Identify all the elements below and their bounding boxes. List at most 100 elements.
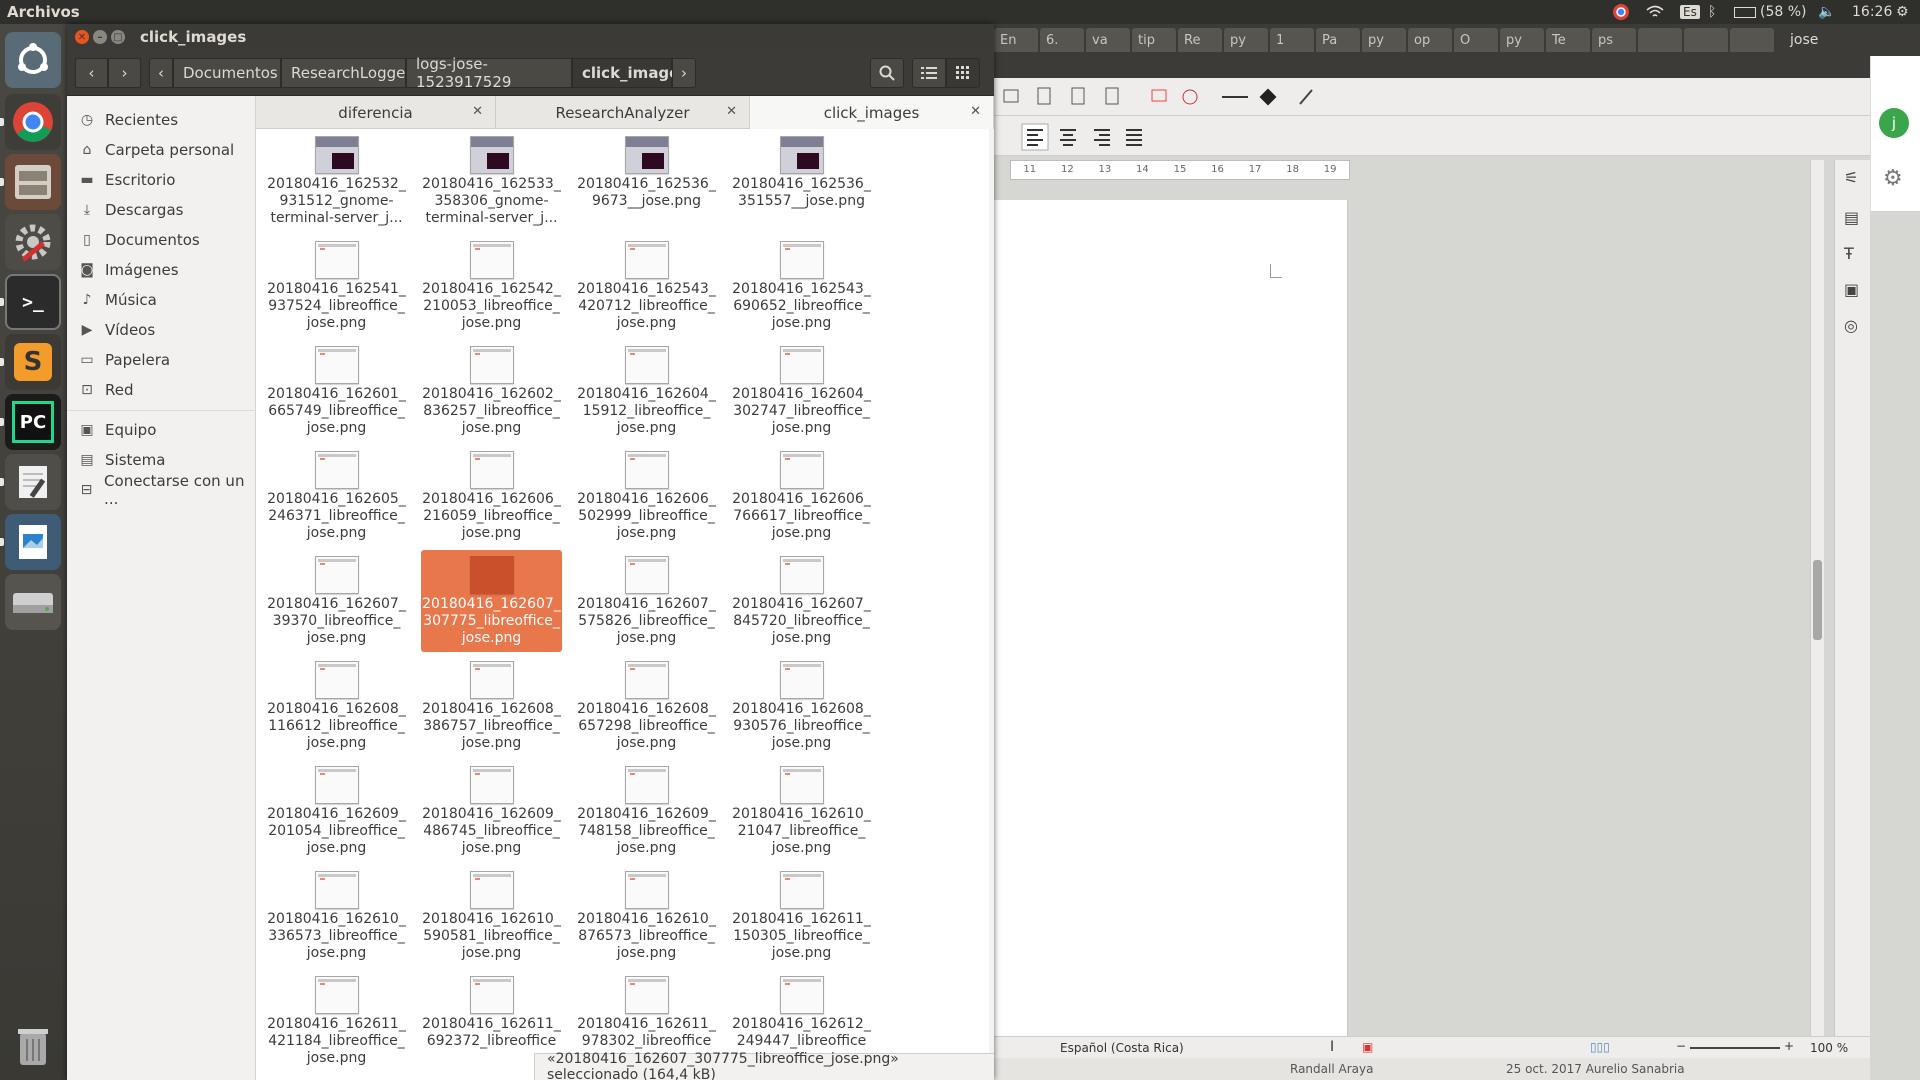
chrome-user-name[interactable]: jose [1790, 32, 1818, 48]
chrome-tab[interactable]: py [1224, 28, 1268, 52]
sidebar-item-conectarse[interactable]: ⊟ Conectarse con un ... [67, 472, 256, 508]
chrome-tab[interactable]: 6. [1040, 28, 1084, 52]
file-item[interactable]: 20180416_162602_ 836257_libreoffice_ jos… [421, 340, 562, 442]
file-item[interactable]: 20180416_162605_ 246371_libreoffice_ jos… [266, 445, 407, 547]
file-item[interactable]: 20180416_162610_ 590581_libreoffice_ jos… [421, 865, 562, 967]
tab-diferencia[interactable]: diferencia ✕ [256, 96, 496, 129]
file-item[interactable]: 20180416_162606_ 502999_libreoffice_ jos… [576, 445, 717, 547]
sidebar-item-descargas[interactable]: ⤓ Descargas [67, 195, 256, 225]
sidebar-item-imagenes[interactable]: ◙ Imágenes [67, 255, 256, 285]
file-item[interactable]: 20180416_162604_ 15912_libreoffice_ jose… [576, 340, 717, 442]
tab-click-images[interactable]: click_images ✕ [750, 96, 994, 129]
file-item[interactable]: 20180416_162541_ 937524_libreoffice_ jos… [266, 235, 407, 337]
sidebar-item-equipo[interactable]: ▣ Equipo [67, 415, 256, 445]
file-item[interactable]: 20180416_162604_ 302747_libreoffice_ jos… [731, 340, 872, 442]
file-item[interactable]: 20180416_162607_ 575826_libreoffice_ jos… [576, 550, 717, 652]
navigator-icon[interactable]: ◎ [1844, 316, 1858, 335]
file-item[interactable]: 20180416_162608_ 657298_libreoffice_ jos… [576, 655, 717, 757]
chrome-tab[interactable] [1684, 28, 1728, 52]
zoom-level[interactable]: 100 % [1810, 1041, 1848, 1055]
drawing-tools-icon[interactable] [1000, 78, 1360, 116]
dash-button[interactable] [5, 32, 61, 88]
chrome-tab[interactable]: Pa [1316, 28, 1360, 52]
libreoffice-ruler[interactable]: 11 12 13 14 15 16 17 18 19 [1010, 160, 1350, 180]
sidebar-item-documentos[interactable]: ▯ Documentos [67, 225, 256, 255]
chrome-tab[interactable]: O [1454, 28, 1498, 52]
sublime-launcher[interactable]: S [5, 334, 61, 390]
chrome-tab[interactable]: ps [1592, 28, 1636, 52]
writer-launcher[interactable] [5, 514, 61, 570]
breadcrumb-click-images[interactable]: click_images [572, 58, 688, 88]
chrome-tab[interactable] [1638, 28, 1682, 52]
chrome-tab[interactable]: En [994, 28, 1038, 52]
clock[interactable]: 16:26 [1852, 0, 1892, 24]
file-item[interactable]: 20180416_162533_ 358306_gnome- terminal-… [421, 130, 562, 232]
breadcrumb-right-scroll[interactable]: › [672, 58, 696, 88]
breadcrumb-researchlogger[interactable]: ResearchLogger [281, 58, 412, 88]
file-item[interactable]: 20180416_162609_ 486745_libreoffice_ jos… [421, 760, 562, 862]
file-item[interactable]: 20180416_162606_ 216059_libreoffice_ jos… [421, 445, 562, 547]
alignment-buttons-icon[interactable] [1010, 116, 1350, 156]
language-status[interactable]: Español (Costa Rica) [1060, 1041, 1184, 1055]
maximize-window-icon[interactable]: □ [111, 30, 125, 44]
file-item[interactable]: 20180416_162536_ 351557__jose.png [731, 130, 872, 232]
document-page[interactable] [990, 200, 1348, 1036]
file-item[interactable]: 20180416_162610_ 21047_libreoffice_ jose… [731, 760, 872, 862]
document-vertical-scrollbar[interactable] [1810, 160, 1824, 1036]
chrome-tab[interactable]: 1 [1270, 28, 1314, 52]
trash-launcher[interactable] [5, 1018, 61, 1074]
file-item[interactable]: 20180416_162608_ 116612_libreoffice_ jos… [266, 655, 407, 757]
chrome-tab[interactable]: py [1500, 28, 1544, 52]
wifi-icon[interactable] [1646, 0, 1664, 24]
tab-close-icon[interactable]: ✕ [726, 104, 737, 119]
tab-close-icon[interactable]: ✕ [472, 104, 483, 119]
breadcrumb-left-scroll[interactable]: ‹ [149, 58, 173, 88]
chrome-indicator-icon[interactable] [1612, 0, 1630, 24]
file-item[interactable]: 20180416_162611_ 421184_libreoffice_ jos… [266, 970, 407, 1072]
forward-button[interactable]: › [108, 58, 141, 88]
sidebar-item-musica[interactable]: ♪ Música [67, 285, 256, 315]
tab-close-icon[interactable]: ✕ [970, 104, 981, 119]
sidebar-item-carpeta-personal[interactable]: ⌂ Carpeta personal [67, 135, 256, 165]
file-item[interactable]: 20180416_162607_ 307775_libreoffice_ jos… [421, 550, 562, 652]
file-item[interactable]: 20180416_162608_ 930576_libreoffice_ jos… [731, 655, 872, 757]
tab-researchanalyzer[interactable]: ResearchAnalyzer ✕ [496, 96, 750, 129]
scrollbar-thumb[interactable] [1813, 560, 1822, 640]
chrome-tab[interactable]: py [1362, 28, 1406, 52]
properties-icon[interactable]: ⚟ [1844, 168, 1858, 187]
chrome-launcher[interactable] [5, 94, 61, 150]
close-window-icon[interactable]: ✕ [75, 30, 89, 44]
pycharm-launcher[interactable]: PC [5, 394, 61, 450]
zoom-in-icon[interactable]: + [1784, 1039, 1794, 1053]
settings-gear-icon[interactable]: ⚙ [1896, 0, 1909, 24]
file-item[interactable]: 20180416_162609_ 201054_libreoffice_ jos… [266, 760, 407, 862]
zoom-out-icon[interactable]: − [1676, 1039, 1686, 1053]
file-item[interactable]: 20180416_162543_ 420712_libreoffice_ jos… [576, 235, 717, 337]
grid-scrollbar[interactable] [989, 129, 994, 1080]
search-button[interactable] [870, 58, 904, 88]
user-avatar[interactable]: j [1879, 108, 1909, 138]
volume-icon[interactable]: 🔈 [1818, 0, 1835, 24]
breadcrumb-documentos[interactable]: Documentos [173, 58, 281, 88]
file-item[interactable]: 20180416_162610_ 876573_libreoffice_ jos… [576, 865, 717, 967]
grid-view-button[interactable] [946, 58, 980, 88]
keyboard-layout-indicator[interactable]: Es [1680, 0, 1700, 24]
chrome-tab[interactable]: Re [1178, 28, 1222, 52]
file-icon-grid[interactable]: 20180416_162532_ 931512_gnome- terminal-… [256, 129, 989, 1080]
settings-launcher[interactable] [5, 214, 61, 270]
sidebar-item-escritorio[interactable]: ▬ Escritorio [67, 165, 256, 195]
bluetooth-icon[interactable]: ᛒ [1708, 0, 1716, 24]
file-item[interactable]: 20180416_162609_ 748158_libreoffice_ jos… [576, 760, 717, 862]
document-modified-icon[interactable]: ▣ [1362, 1040, 1373, 1054]
drive-launcher[interactable] [5, 574, 61, 630]
text-editor-launcher[interactable] [5, 454, 61, 510]
chrome-tab[interactable]: va [1086, 28, 1130, 52]
file-item[interactable]: 20180416_162606_ 766617_libreoffice_ jos… [731, 445, 872, 547]
file-item[interactable]: 20180416_162542_ 210053_libreoffice_ jos… [421, 235, 562, 337]
gallery-icon[interactable]: ▣ [1844, 280, 1859, 299]
file-item[interactable]: 20180416_162608_ 386757_libreoffice_ jos… [421, 655, 562, 757]
zoom-slider[interactable] [1690, 1047, 1780, 1049]
file-item[interactable]: 20180416_162607_ 39370_libreoffice_ jose… [266, 550, 407, 652]
chrome-settings-gear-icon[interactable]: ⚙ [1883, 166, 1903, 191]
terminal-launcher[interactable]: >_ [5, 274, 61, 330]
